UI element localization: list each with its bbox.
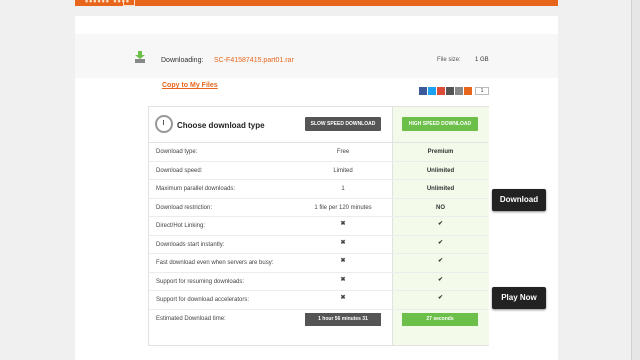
row-label: Download type:	[156, 149, 198, 155]
share-buttons: 1	[419, 87, 489, 95]
cross-icon: ✖	[340, 258, 346, 264]
row-label: Direct/Hot Linking:	[156, 223, 206, 229]
copy-to-my-files-link[interactable]: Copy to My Files	[162, 82, 218, 89]
downloading-label: Downloading:	[161, 57, 204, 64]
fast-download-time[interactable]: 27 seconds	[402, 312, 478, 326]
facebook-icon[interactable]	[419, 87, 427, 95]
high-speed-download-button[interactable]: HIGH SPEED DOWNLOAD	[402, 117, 478, 131]
premium-value: Premium	[427, 149, 454, 155]
cross-icon: ✖	[340, 239, 346, 246]
check-icon: ✔	[437, 239, 444, 246]
header-banner	[75, 0, 558, 6]
row-label: Fast download even when servers are busy…	[156, 260, 274, 266]
google-plus-icon[interactable]	[437, 87, 445, 95]
scrollbar[interactable]	[631, 0, 640, 360]
file-size-label: File size:	[437, 57, 461, 63]
share-plus-icon[interactable]	[464, 87, 472, 95]
free-value: Free	[336, 149, 350, 155]
check-icon: ✔	[437, 221, 444, 227]
free-value: Limited	[333, 167, 353, 174]
table-row: Download type: Free Premium	[149, 143, 488, 162]
cross-icon: ✖	[340, 295, 346, 301]
free-value: 1 file per 120 minutes	[314, 204, 372, 211]
table-title: Choose download type	[177, 121, 265, 130]
download-button[interactable]: Download	[492, 189, 546, 211]
table-row: Maximum parallel downloads: 1 Unlimited	[149, 180, 488, 199]
check-icon: ✔	[437, 258, 444, 264]
premium-value: Unlimited	[426, 186, 455, 192]
premium-value: Unlimited	[426, 167, 455, 174]
check-icon: ✔	[437, 276, 444, 283]
table-row: Support for download accelerators: ✖ ✔	[149, 291, 488, 310]
row-label: Maximum parallel downloads:	[156, 186, 236, 192]
table-row: Direct/Hot Linking: ✖ ✔	[149, 217, 488, 236]
share-count: 1	[475, 87, 489, 95]
slow-download-time[interactable]: 1 hour 56 minutes 31	[305, 312, 381, 326]
play-now-button[interactable]: Play Now	[492, 287, 546, 309]
table-row: Support for resuming downloads: ✖ ✔	[149, 273, 488, 291]
download-bar: Downloading: SC-F41587415.part01.rar Fil…	[75, 34, 558, 78]
row-label: Estimated Download time:	[156, 315, 226, 322]
table-row: Download speed: Limited Unlimited	[149, 162, 488, 180]
table-row: Estimated Download time: 1 hour 56 minut…	[149, 310, 488, 330]
download-type-table: Choose download type SLOW SPEED DOWNLOAD…	[148, 106, 489, 346]
filename-link[interactable]: SC-F41587415.part01.rar	[214, 57, 294, 64]
slow-speed-download-button[interactable]: SLOW SPEED DOWNLOAD	[305, 117, 381, 131]
row-label: Download speed:	[156, 167, 203, 174]
table-header-row: Choose download type SLOW SPEED DOWNLOAD…	[149, 107, 488, 143]
file-size-value: 1 GB	[475, 57, 489, 63]
row-label: Support for resuming downloads:	[156, 278, 245, 285]
row-label: Downloads start instantly:	[156, 241, 225, 248]
logo-icon	[123, 0, 135, 6]
row-label: Download restriction:	[156, 204, 213, 211]
download-file-icon	[135, 51, 145, 63]
cross-icon: ✖	[340, 221, 346, 227]
clock-icon	[155, 115, 173, 133]
premium-value: NO	[436, 204, 445, 211]
top-bar: •••••• ••••	[0, 0, 640, 16]
email-icon[interactable]	[446, 87, 454, 95]
free-value: 1	[341, 186, 345, 192]
cross-icon: ✖	[340, 276, 346, 283]
table-row: Downloads start instantly: ✖ ✔	[149, 236, 488, 254]
table-row: Fast download even when servers are busy…	[149, 254, 488, 273]
twitter-icon[interactable]	[428, 87, 436, 95]
row-label: Support for download accelerators:	[156, 297, 250, 303]
table-row: Download restriction: 1 file per 120 min…	[149, 199, 488, 217]
main-content: Downloading: SC-F41587415.part01.rar Fil…	[75, 16, 558, 360]
check-icon: ✔	[437, 295, 444, 301]
print-icon[interactable]	[455, 87, 463, 95]
